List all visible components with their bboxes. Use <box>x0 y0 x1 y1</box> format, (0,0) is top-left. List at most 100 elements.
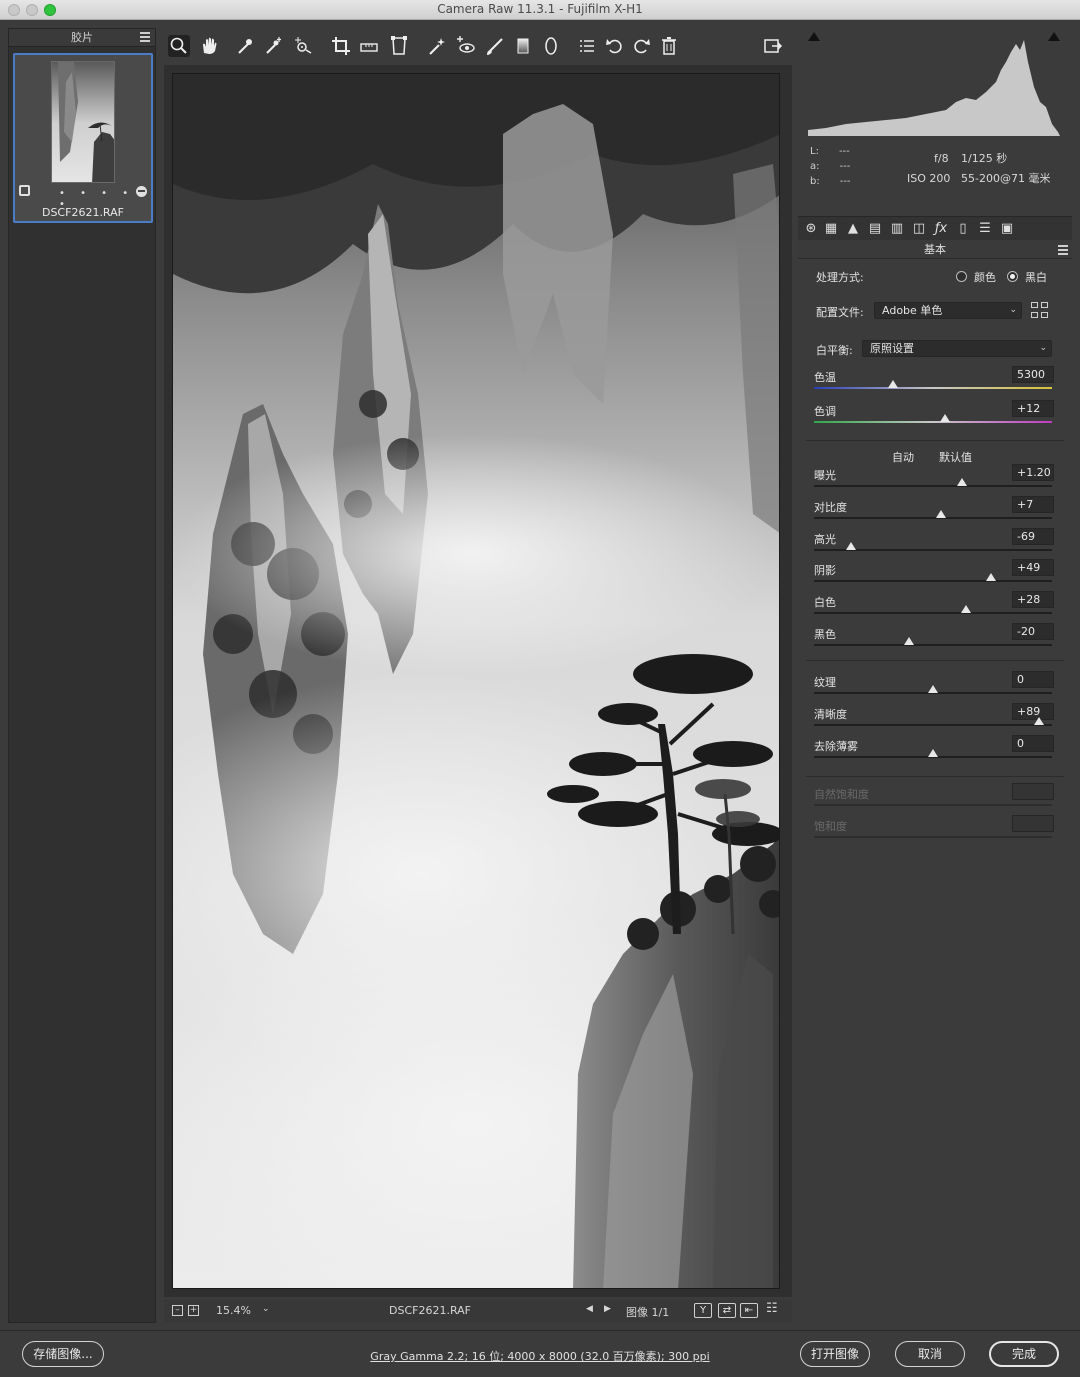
fullscreen-icon[interactable] <box>762 35 784 57</box>
slider-shadows[interactable]: 阴影 +49 <box>814 559 1054 590</box>
slider-thumb[interactable] <box>939 414 950 422</box>
filmstrip-header: 胶片 <box>9 29 155 47</box>
rotate-ccw-icon[interactable] <box>604 35 626 57</box>
default-button[interactable]: 默认值 <box>939 449 972 465</box>
slider-temp[interactable]: 色温 5300 <box>814 366 1054 397</box>
tab-hsl-icon[interactable]: ▤ <box>866 220 884 238</box>
slider-clarity[interactable]: 清晰度 +89 <box>814 703 1054 734</box>
slider-track[interactable] <box>814 612 1052 614</box>
slider-track[interactable] <box>814 421 1052 423</box>
slider-label: 对比度 <box>814 501 847 514</box>
done-button[interactable]: 完成 <box>989 1341 1059 1367</box>
red-eye-icon[interactable] <box>454 35 476 57</box>
preferences-list-icon[interactable] <box>576 35 598 57</box>
zoom-dropdown-chevron-down-icon[interactable]: ⌄ <box>262 1304 270 1314</box>
slider-blacks[interactable]: 黑色 -20 <box>814 623 1054 654</box>
slider-value-input[interactable]: 0 <box>1012 735 1054 752</box>
tab-lens-icon[interactable]: ◫ <box>910 220 928 238</box>
hand-tool-hand-icon[interactable] <box>198 35 220 57</box>
slider-value-input[interactable]: +7 <box>1012 496 1054 513</box>
open-image-button[interactable]: 打开图像 <box>800 1341 870 1367</box>
slider-thumb[interactable] <box>956 478 967 486</box>
slider-track[interactable] <box>814 644 1052 646</box>
treatment-color-label[interactable]: 颜色 <box>974 269 996 285</box>
panel-menu-icon[interactable] <box>1058 245 1068 255</box>
slider-thumb[interactable] <box>936 510 947 518</box>
tab-snapshots-icon[interactable]: ▣ <box>998 220 1016 238</box>
treatment-bw-label[interactable]: 黑白 <box>1025 269 1047 285</box>
swap-settings-icon[interactable]: ⇄ <box>718 1303 736 1318</box>
profile-browser-grid-icon[interactable] <box>1031 302 1051 320</box>
white-balance-select[interactable]: 原照设置 ⌄ <box>862 340 1052 357</box>
tab-detail-mountain-icon[interactable]: ▲ <box>844 220 862 238</box>
zoom-in-icon[interactable]: + <box>188 1305 199 1316</box>
slider-value-input[interactable]: 0 <box>1012 671 1054 688</box>
panel-tabs: ⊛ ▦ ▲ ▤ ▥ ◫ ƒx ▯ ☰ ▣ <box>798 216 1072 240</box>
slider-highlights[interactable]: 高光 -69 <box>814 528 1054 559</box>
slider-value-input[interactable]: 5300 <box>1012 366 1054 383</box>
slider-thumb[interactable] <box>961 605 972 613</box>
slider-track[interactable] <box>814 724 1052 726</box>
tab-effects-fx-icon[interactable]: ƒx <box>932 220 950 238</box>
slider-value-input[interactable]: +1.20 <box>1012 464 1054 481</box>
slider-exposure[interactable]: 曝光 +1.20 <box>814 464 1054 495</box>
slider-thumb[interactable] <box>845 542 856 550</box>
radial-filter-icon[interactable] <box>540 35 562 57</box>
zoom-tool-magnifier-icon[interactable] <box>168 35 190 57</box>
targeted-adjustment-icon[interactable] <box>292 35 314 57</box>
copy-settings-icon[interactable]: ⇤ <box>740 1303 758 1318</box>
auto-button[interactable]: 自动 <box>892 449 914 465</box>
previous-image-icon[interactable]: ◀ <box>586 1304 593 1314</box>
slider-value-input[interactable]: -20 <box>1012 623 1054 640</box>
straighten-level-icon[interactable] <box>358 35 380 57</box>
before-after-y-icon[interactable]: Y <box>694 1303 712 1318</box>
transform-icon[interactable] <box>388 35 410 57</box>
slider-thumb[interactable] <box>904 637 915 645</box>
adjustment-brush-icon[interactable] <box>484 35 506 57</box>
slider-whites[interactable]: 白色 +28 <box>814 591 1054 622</box>
tab-tone-curve-grid-icon[interactable]: ▦ <box>822 220 840 238</box>
tab-split-toning-icon[interactable]: ▥ <box>888 220 906 238</box>
slider-contrast[interactable]: 对比度 +7 <box>814 496 1054 527</box>
color-sampler-icon[interactable] <box>262 35 284 57</box>
slider-thumb[interactable] <box>1033 717 1044 725</box>
rotate-cw-icon[interactable] <box>630 35 652 57</box>
slider-value-input[interactable]: +28 <box>1012 591 1054 608</box>
preview-settings-icon[interactable]: ☷ <box>766 1301 778 1316</box>
slider-track[interactable] <box>814 517 1052 519</box>
trash-icon[interactable] <box>658 35 680 57</box>
slider-tint[interactable]: 色调 +12 <box>814 400 1054 431</box>
slider-track <box>814 804 1052 806</box>
filmstrip-item[interactable]: • • • • • DSCF2621.RAF <box>13 53 153 223</box>
cancel-button[interactable]: 取消 <box>895 1341 965 1367</box>
zoom-out-icon[interactable]: – <box>172 1305 183 1316</box>
filmstrip-menu-icon[interactable] <box>140 32 150 42</box>
crop-icon[interactable] <box>330 35 352 57</box>
tab-basic-aperture-icon[interactable]: ⊛ <box>802 220 820 238</box>
next-image-icon[interactable]: ▶ <box>604 1304 611 1314</box>
slider-value-input[interactable]: +12 <box>1012 400 1054 417</box>
slider-texture[interactable]: 纹理 0 <box>814 671 1054 702</box>
slider-track[interactable] <box>814 580 1052 582</box>
profile-select[interactable]: Adobe 单色 ⌄ <box>874 302 1022 319</box>
photo-preview[interactable] <box>172 73 780 1289</box>
treatment-color-radio[interactable] <box>956 271 967 282</box>
slider-thumb[interactable] <box>887 380 898 388</box>
tab-calibration-film-icon[interactable]: ▯ <box>954 220 972 238</box>
spot-removal-icon[interactable] <box>426 35 448 57</box>
slider-value-input[interactable]: -69 <box>1012 528 1054 545</box>
slider-value-input[interactable]: +49 <box>1012 559 1054 576</box>
white-balance-eyedropper-icon[interactable] <box>234 35 256 57</box>
slider-thumb[interactable] <box>928 749 938 757</box>
slider-label: 自然饱和度 <box>814 788 869 801</box>
slider-value-input <box>1012 815 1054 832</box>
slider-dehaze[interactable]: 去除薄雾 0 <box>814 735 1054 766</box>
treatment-bw-radio[interactable] <box>1007 271 1018 282</box>
slider-thumb[interactable] <box>986 573 997 581</box>
graduated-filter-icon[interactable] <box>512 35 534 57</box>
slider-thumb[interactable] <box>928 685 938 693</box>
slider-track[interactable] <box>814 387 1052 389</box>
slider-track[interactable] <box>814 485 1052 487</box>
filmstrip-thumbnail[interactable] <box>51 61 115 183</box>
tab-presets-icon[interactable]: ☰ <box>976 220 994 238</box>
